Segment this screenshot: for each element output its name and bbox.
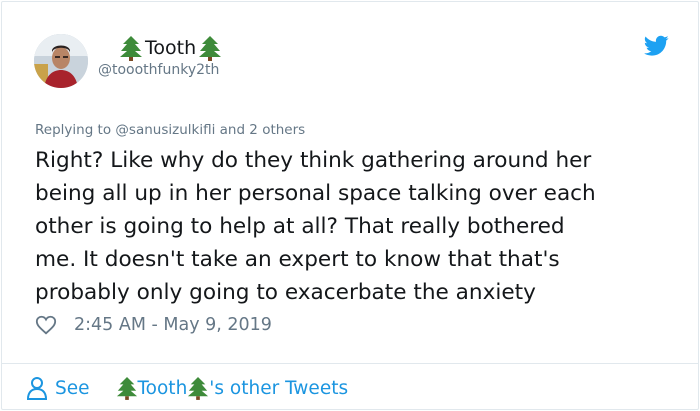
evergreen-tree-icon [116,376,138,400]
tweet-timestamp[interactable]: 2:45 AM - May 9, 2019 [74,315,272,335]
twitter-bird-icon[interactable] [644,35,669,57]
tweet-text-line: probably only going to exacerbate the an… [35,280,536,305]
author-display-name: Tooth [145,37,197,59]
reply-context: Replying to @sanusizulkifli and 2 others [35,122,305,138]
author-name-row[interactable]: Tooth [119,34,222,62]
reply-others-link[interactable]: and 2 others [215,122,306,138]
other-tweets-label: 's other Tweets [209,377,349,399]
tweet-text-line: other is going to help at all? That real… [35,214,565,239]
tweet-text-line: being all up in her personal space talki… [35,181,596,206]
see-other-tweets-link[interactable]: See Tooth 's other Tweets [26,374,348,402]
author-handle[interactable]: @tooothfunky2th [98,62,219,78]
tweet-meta-row: 2:45 AM - May 9, 2019 [35,312,272,338]
evergreen-tree-icon [119,35,143,61]
tweet-text: Right? Like why do they think gathering … [35,144,675,309]
evergreen-tree-icon [187,376,209,400]
footer-divider [2,363,698,364]
tweet-text-line: Right? Like why do they think gathering … [35,148,592,173]
tweet-card: Tooth @tooothfunky2th Replying to @sanus… [1,1,699,410]
like-heart-icon[interactable] [35,314,57,336]
avatar[interactable] [34,34,88,88]
reply-mention-link[interactable]: @sanusizulkifli [115,122,215,138]
evergreen-tree-icon [198,35,222,61]
footer-author-name: Tooth [137,377,188,399]
see-label: See [55,377,90,399]
tweet-text-line: me. It doesn't take an expert to know th… [35,247,560,272]
person-icon [26,376,48,400]
reply-prefix: Replying to [35,122,116,138]
